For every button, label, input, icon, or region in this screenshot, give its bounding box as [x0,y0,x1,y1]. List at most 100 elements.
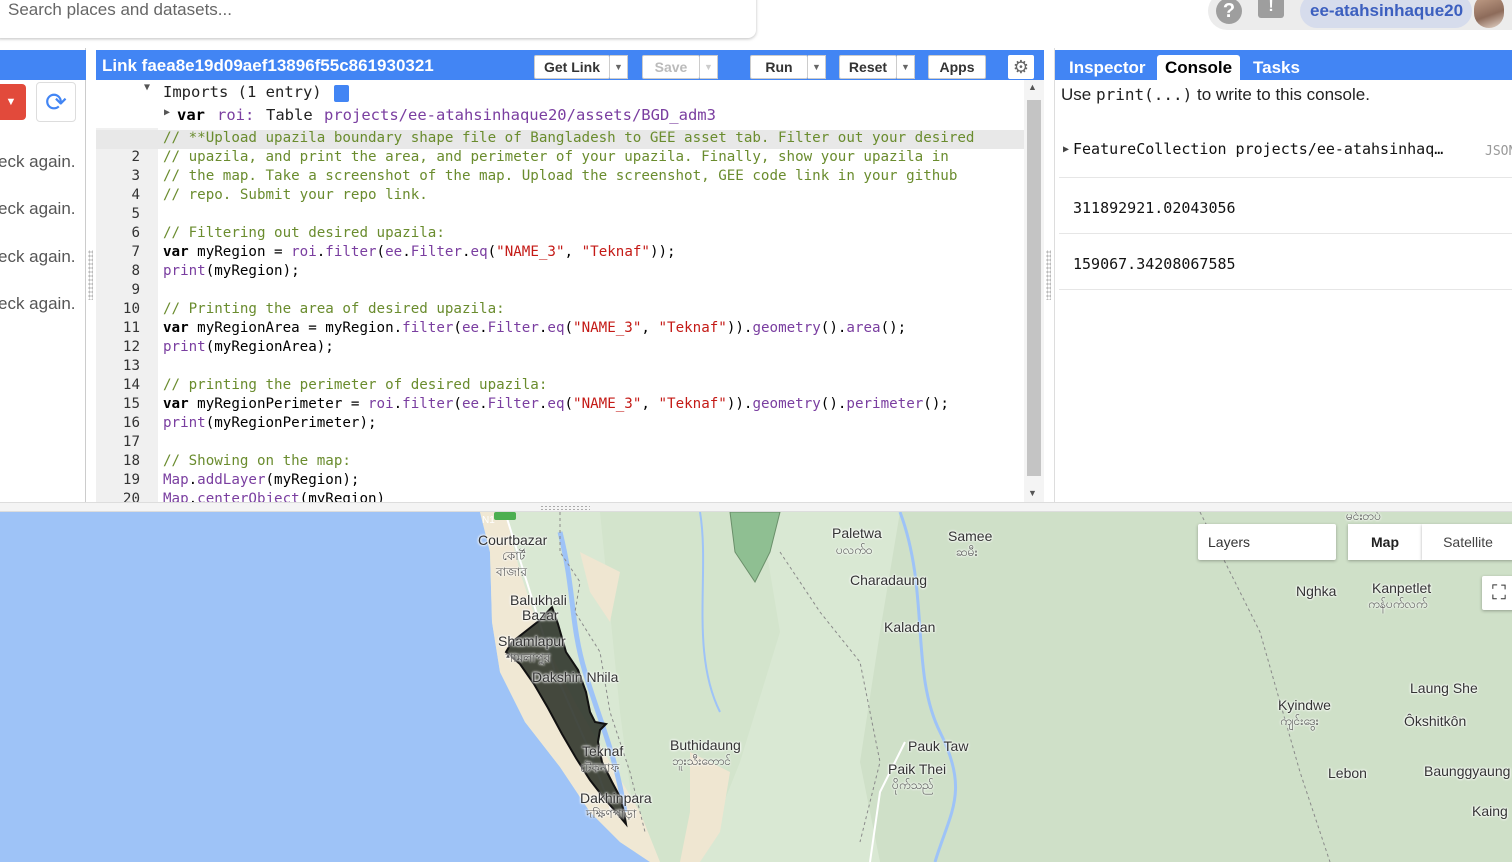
console-hint-suffix: to write to this console. [1192,85,1370,104]
reset-button[interactable]: Reset [839,55,897,79]
code-token: roi [291,244,317,260]
new-dropdown-icon[interactable]: ▼ [0,84,26,120]
code-token: var [163,396,189,412]
console-output-row: 159067.34208067585 [1059,234,1512,290]
reset-dropdown-icon[interactable]: ▼ [897,55,915,79]
code-token: ee [385,244,403,260]
map-label: Paik Thei [888,761,947,777]
expand-import-icon[interactable]: ▶ [164,107,170,118]
splitter-handle[interactable] [540,505,590,510]
run-button[interactable]: Run [750,55,808,79]
code-token: . [461,244,471,260]
apps-button[interactable]: Apps [928,55,986,79]
tab-tasks[interactable]: Tasks [1245,55,1308,82]
get-link-button[interactable]: Get Link [534,55,610,79]
imports-section: ▼ Imports (1 entry) ▶ var roi: Table pro… [96,80,1024,126]
code-line[interactable]: var myRegionPerimeter = roi.filter(ee.Fi… [163,396,949,412]
editor-header: Link faea8e19d09aef13896f55c861930321 Ge… [96,50,1044,80]
code-token: )). [726,396,753,412]
code-line[interactable]: print(myRegionArea); [163,339,334,355]
map-type-map-button[interactable]: Map [1348,524,1422,560]
map-label: Teknaf [582,743,624,759]
fullscreen-icon[interactable]: ⛶ [1482,576,1512,610]
code-area[interactable]: // **Upload upazila boundary shape file … [96,128,1024,502]
imports-code-icon[interactable] [334,85,349,102]
refresh-icon[interactable]: ⟳ [36,82,76,122]
map-tiles[interactable] [0,512,1512,862]
code-token: )). [726,320,753,336]
save-dropdown-icon[interactable]: ▼ [700,55,718,79]
code-line[interactable]: // Showing on the map: [163,453,351,469]
code-token: ( [564,320,574,336]
gear-icon[interactable]: ⚙ [1008,55,1034,79]
save-button[interactable]: Save [642,55,700,79]
map-label: Shamlapur [498,633,566,649]
import-path[interactable]: projects/ee-atahsinhaque20/assets/BGD_ad… [324,106,716,124]
layers-button[interactable]: Layers [1198,524,1336,560]
right-splitter[interactable] [1046,250,1051,300]
code-token: addLayer [197,472,266,488]
script-status-message: eck again. [0,247,76,266]
console-hint-prefix: Use [1061,85,1096,104]
left-splitter[interactable] [88,250,93,300]
run-dropdown-icon[interactable]: ▼ [808,55,826,79]
code-token: . [316,244,326,260]
code-token: Map [163,491,189,502]
output-panel-header: Inspector Console Tasks [1055,50,1512,82]
scroll-down-icon[interactable]: ▼ [1028,488,1037,498]
code-line[interactable]: // upazila, and print the area, and peri… [163,149,949,165]
map-view[interactable]: N1 Courtbazar কোর্ট বাজার Balukhali Baza… [0,512,1512,862]
import-name[interactable]: roi: [217,106,254,124]
code-token: geometry [752,396,821,412]
code-token: (); [880,320,907,336]
code-line[interactable]: // Printing the area of desired upazila: [163,301,505,317]
account-chip[interactable]: ee-atahsinhaque20 [1300,0,1472,28]
scroll-up-icon[interactable]: ▲ [1028,82,1037,92]
code-line[interactable]: // the map. Take a screenshot of the map… [163,168,957,184]
tab-console[interactable]: Console [1157,55,1241,82]
code-line[interactable]: var myRegion = roi.filter(ee.Filter.eq("… [163,244,676,260]
scripts-panel: ▼ ⟳ eck again. eck again. eck again. eck… [0,48,86,502]
code-line[interactable]: Map.centerObject(myRegion) [163,491,385,502]
map-label: ဆမီး [956,545,978,559]
imports-label[interactable]: Imports (1 entry) [163,83,322,101]
code-token: (). [820,396,847,412]
code-line[interactable]: print(myRegionPerimeter); [163,415,377,431]
collapse-imports-icon[interactable]: ▼ [144,82,150,93]
console-output-text: 159067.34208067585 [1073,255,1236,273]
code-token: Map [163,472,189,488]
code-line[interactable]: // repo. Submit your repo link. [163,187,428,203]
code-token: myRegionArea = myRegion. [188,320,403,336]
code-line[interactable]: // Filtering out desired upazila: [163,225,445,241]
get-link-dropdown-icon[interactable]: ▼ [610,55,628,79]
console-output-row[interactable]: ▶ FeatureCollection projects/ee-atahsinh… [1059,120,1512,178]
expand-output-icon[interactable]: ▶ [1063,144,1069,155]
search-input[interactable]: Search places and datasets... [0,0,756,38]
scripts-panel-header [0,50,86,80]
map-splitter[interactable] [0,502,1512,512]
import-var-keyword: var [177,106,205,124]
code-line[interactable]: // printing the perimeter of desired upa… [163,377,547,393]
code-token: . [402,244,411,260]
code-line[interactable]: var myRegionArea = myRegion.filter(ee.Fi… [163,320,906,336]
map-type-satellite-button[interactable]: Satellite [1422,524,1512,560]
code-line[interactable]: Map.addLayer(myRegion); [163,472,359,488]
console-output-text[interactable]: FeatureCollection projects/ee-atahsinhaq… [1073,140,1443,158]
code-token: ee [461,320,480,336]
map-label: Pauk Taw [908,738,969,754]
code-line[interactable]: // **Upload upazila boundary shape file … [163,130,974,146]
feedback-icon[interactable]: ! [1258,0,1284,18]
editor-scroll-thumb[interactable] [1027,100,1041,476]
map-label: Courtbazar [478,532,548,548]
code-token: filter [402,320,454,336]
tab-inspector[interactable]: Inspector [1061,55,1154,82]
json-badge[interactable]: JSON [1485,144,1512,159]
map-label: Nghka [1296,583,1337,599]
code-token: "NAME_3" [573,320,642,336]
code-token: "Teknaf" [658,320,727,336]
code-token: print [163,339,206,355]
map-label: Dakshin Nhila [532,669,619,685]
code-line[interactable]: print(myRegion); [163,263,300,279]
code-token: ( [453,320,462,336]
map-label: N1 [482,515,495,526]
